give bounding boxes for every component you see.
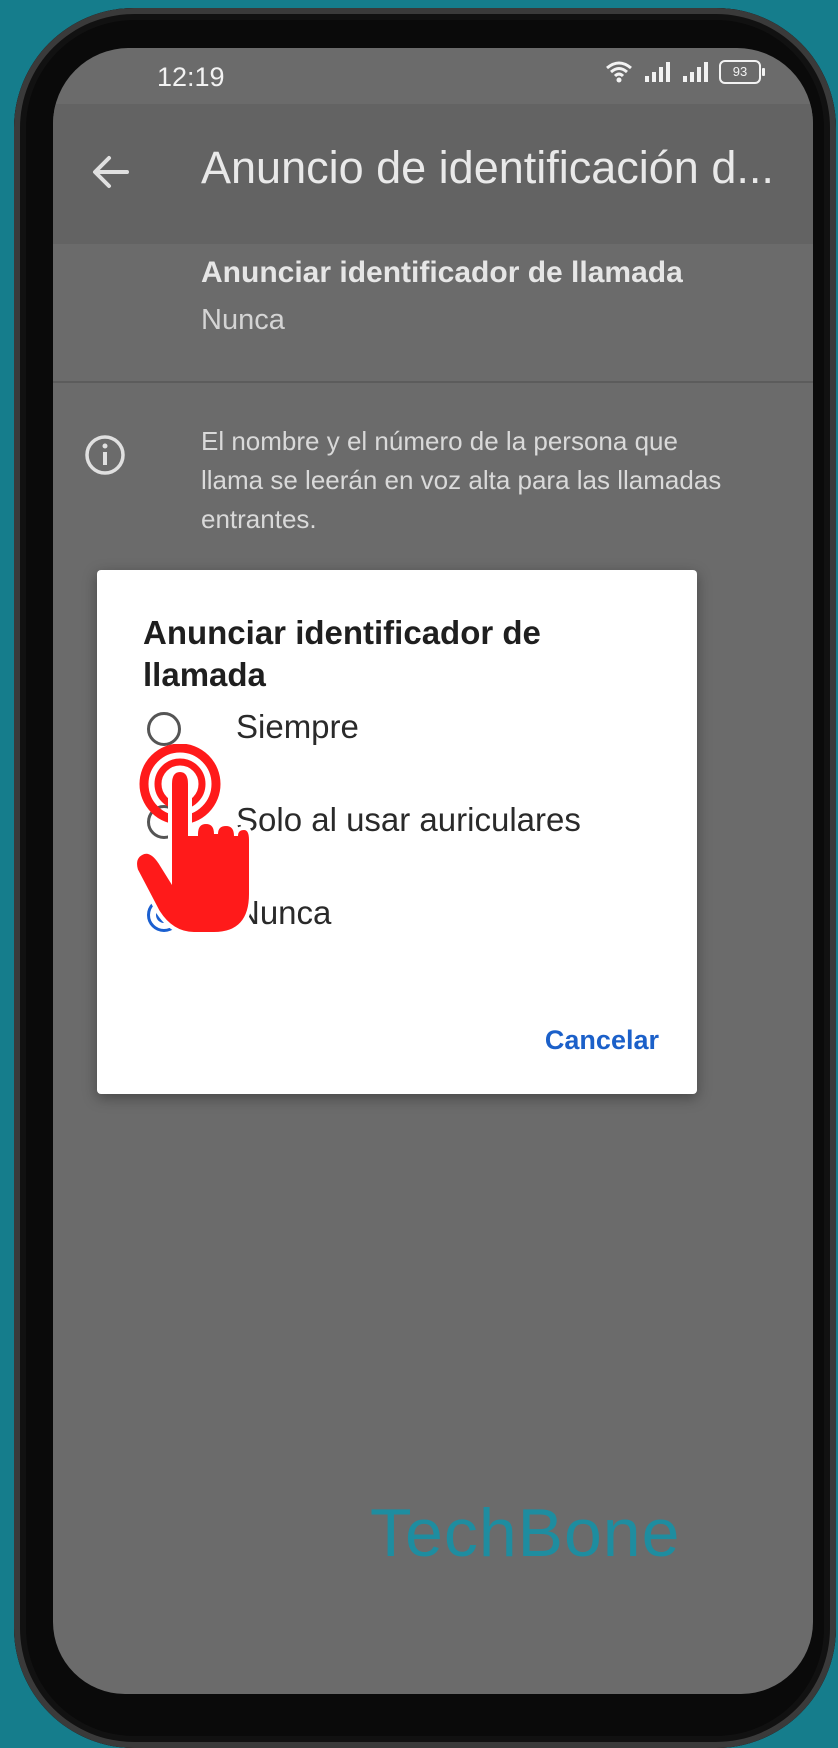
signal-icon (683, 62, 708, 82)
watermark: TechBone (370, 1495, 681, 1571)
option-never[interactable]: Nunca (143, 886, 663, 946)
announce-caller-id-dialog: Anunciar identificador de llamada Siempr… (97, 570, 697, 1094)
option-label: Solo al usar auriculares (236, 801, 581, 838)
battery-icon: 93 (719, 60, 765, 84)
screen: 12:19 93 Anuncio de identificación d... … (53, 48, 813, 1694)
status-time: 12:19 (157, 62, 225, 92)
radio-button[interactable] (147, 712, 181, 746)
signal-icon (645, 62, 670, 82)
setting-title: Anunciar identificador de llamada (201, 256, 683, 289)
dialog-title: Anunciar identificador de llamada (143, 614, 541, 693)
status-bar: 12:19 93 (53, 48, 813, 104)
option-label: Siempre (236, 708, 359, 745)
info-icon (85, 435, 125, 475)
page-title: Anuncio de identificación d... (201, 142, 774, 193)
back-arrow-icon[interactable] (89, 150, 133, 194)
status-icons: 93 (605, 60, 765, 84)
app-bar: Anuncio de identificación d... (53, 104, 813, 244)
setting-announce-caller-id[interactable]: Anunciar identificador de llamada Nunca (201, 256, 761, 337)
option-label: Nunca (236, 894, 332, 931)
divider (53, 381, 813, 383)
setting-value: Nunca (201, 304, 285, 336)
cancel-button[interactable]: Cancelar (545, 1025, 659, 1056)
option-always[interactable]: Siempre (143, 700, 663, 760)
wifi-icon (606, 61, 632, 83)
option-headphones-only[interactable]: Solo al usar auriculares (143, 793, 663, 853)
info-description: El nombre y el número de la persona que … (201, 426, 722, 534)
radio-button[interactable] (147, 805, 181, 839)
radio-button-selected[interactable] (147, 898, 181, 932)
